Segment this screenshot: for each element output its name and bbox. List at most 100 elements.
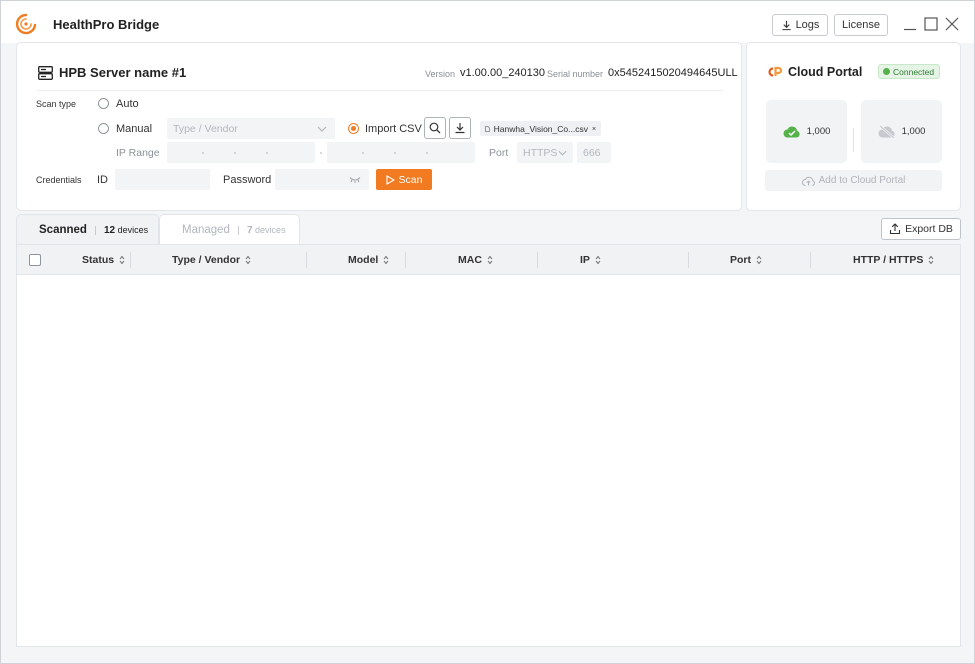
cloud-check-icon xyxy=(783,126,800,138)
ip-range-end-input[interactable] xyxy=(327,142,475,163)
credentials-label: Credentials xyxy=(36,175,82,185)
column-http-https[interactable]: HTTP / HTTPS xyxy=(853,254,934,266)
tab-scanned-label: Scanned xyxy=(39,224,87,236)
id-label: ID xyxy=(97,174,108,186)
healthpro-logo-icon xyxy=(15,13,37,35)
port-protocol-select[interactable]: HTTPS xyxy=(517,142,573,163)
tab-scanned[interactable]: Scanned 12 devices xyxy=(16,214,159,245)
app-title: HealthPro Bridge xyxy=(53,17,160,32)
chevron-down-icon xyxy=(317,126,327,132)
ip-range-separator xyxy=(320,152,322,154)
license-label: License xyxy=(842,19,880,31)
scan-label: Scan xyxy=(398,173,423,186)
download-icon xyxy=(455,123,465,134)
sort-icon xyxy=(119,255,125,265)
sort-icon xyxy=(245,255,251,265)
sort-icon xyxy=(929,255,934,265)
minimize-icon[interactable] xyxy=(903,17,917,31)
status-dot xyxy=(883,68,890,75)
column-model[interactable]: Model xyxy=(348,254,389,266)
export-icon xyxy=(890,223,901,235)
app-window: HealthPro Bridge Logs License HPB Server… xyxy=(0,0,975,664)
ip-range-label: IP Range xyxy=(116,147,160,159)
title-bar: HealthPro Bridge Logs License xyxy=(1,1,974,43)
tab-managed-label: Managed xyxy=(182,224,230,236)
remove-file-icon[interactable] xyxy=(592,125,596,132)
sort-icon xyxy=(487,255,493,265)
import-csv-label: Import CSV xyxy=(365,123,422,135)
divider xyxy=(37,90,723,91)
auto-radio[interactable] xyxy=(98,98,109,109)
download-icon xyxy=(781,20,791,30)
server-icon xyxy=(38,66,53,80)
sort-icon xyxy=(383,255,389,265)
logs-button[interactable]: Logs xyxy=(772,14,828,36)
search-icon xyxy=(429,122,441,134)
column-status[interactable]: Status xyxy=(82,254,125,266)
serial-label: Serial number xyxy=(547,69,604,79)
cloud-portal-panel: Cloud Portal Connected 1,000 1,000 Add t… xyxy=(746,42,961,211)
server-panel: HPB Server name #1 Version v1.00.00_2401… xyxy=(16,42,742,211)
serial-value: 0x5452415020494645ULL xyxy=(608,67,738,79)
online-count: 1,000 xyxy=(806,126,831,137)
port-label: Port xyxy=(489,147,509,159)
version-label: Version xyxy=(425,69,456,79)
tab-managed[interactable]: Managed 7 devices xyxy=(159,214,300,245)
add-to-cloud-portal-button[interactable]: Add to Cloud Portal xyxy=(765,170,942,191)
offline-devices-stat: 1,000 xyxy=(861,100,942,163)
select-all-checkbox[interactable] xyxy=(29,254,41,266)
ip-range-start-input[interactable] xyxy=(167,142,315,163)
manual-label: Manual xyxy=(116,123,153,135)
csv-file-chip: Hanwha_Vision_Co...csv xyxy=(480,121,601,136)
cloud-off-icon xyxy=(878,124,895,139)
import-csv-radio[interactable] xyxy=(348,123,359,134)
file-icon xyxy=(485,125,490,132)
export-db-button[interactable]: Export DB xyxy=(881,218,961,240)
tab-separator xyxy=(237,225,239,235)
chevron-down-icon xyxy=(558,150,567,156)
scan-button[interactable]: Scan xyxy=(376,169,432,190)
tab-scanned-count: 12 devices xyxy=(103,224,149,236)
tab-managed-count: 7 devices xyxy=(246,224,286,236)
sort-icon xyxy=(595,255,601,265)
port-number-input[interactable]: 666 xyxy=(577,142,611,163)
scan-type-label: Scan type xyxy=(36,99,77,109)
play-icon xyxy=(385,174,395,185)
manual-radio[interactable] xyxy=(98,123,109,134)
maximize-icon[interactable] xyxy=(924,17,938,31)
port-number-value: 666 xyxy=(583,146,601,159)
column-port[interactable]: Port xyxy=(730,254,762,266)
connection-status: Connected xyxy=(893,66,935,77)
cloud-portal-logo-icon xyxy=(768,66,783,77)
port-protocol-value: HTTPS xyxy=(523,146,558,159)
sort-icon xyxy=(756,255,762,265)
stat-divider xyxy=(853,128,854,152)
cloud-portal-title: Cloud Portal xyxy=(788,65,863,79)
close-icon[interactable] xyxy=(945,17,959,31)
type-vendor-placeholder: Type / Vendor xyxy=(173,122,238,135)
column-mac[interactable]: MAC xyxy=(458,254,493,266)
auto-label: Auto xyxy=(116,98,139,110)
search-csv-button[interactable] xyxy=(424,117,446,139)
connection-status-badge: Connected xyxy=(878,64,941,79)
password-label: Password xyxy=(223,174,272,186)
offline-count: 1,000 xyxy=(901,126,926,137)
password-input[interactable] xyxy=(275,169,369,190)
table-header: Status Type / Vendor Model MAC IP Port H… xyxy=(17,245,960,275)
table-body xyxy=(17,276,960,646)
eye-closed-icon[interactable] xyxy=(349,176,361,183)
tab-separator xyxy=(94,225,96,235)
server-name: HPB Server name #1 xyxy=(59,65,187,80)
column-ip[interactable]: IP xyxy=(580,254,601,266)
download-csv-button[interactable] xyxy=(449,117,471,139)
license-button[interactable]: License xyxy=(834,14,888,36)
csv-file-name: Hanwha_Vision_Co...csv xyxy=(493,123,588,134)
type-vendor-select[interactable]: Type / Vendor xyxy=(167,118,335,139)
logs-label: Logs xyxy=(795,19,820,31)
devices-table: Status Type / Vendor Model MAC IP Port H… xyxy=(16,244,961,647)
id-input[interactable] xyxy=(115,169,210,190)
column-type-vendor[interactable]: Type / Vendor xyxy=(172,254,251,266)
online-devices-stat: 1,000 xyxy=(766,100,847,163)
cloud-upload-icon xyxy=(801,176,815,186)
export-db-label: Export DB xyxy=(905,223,953,235)
